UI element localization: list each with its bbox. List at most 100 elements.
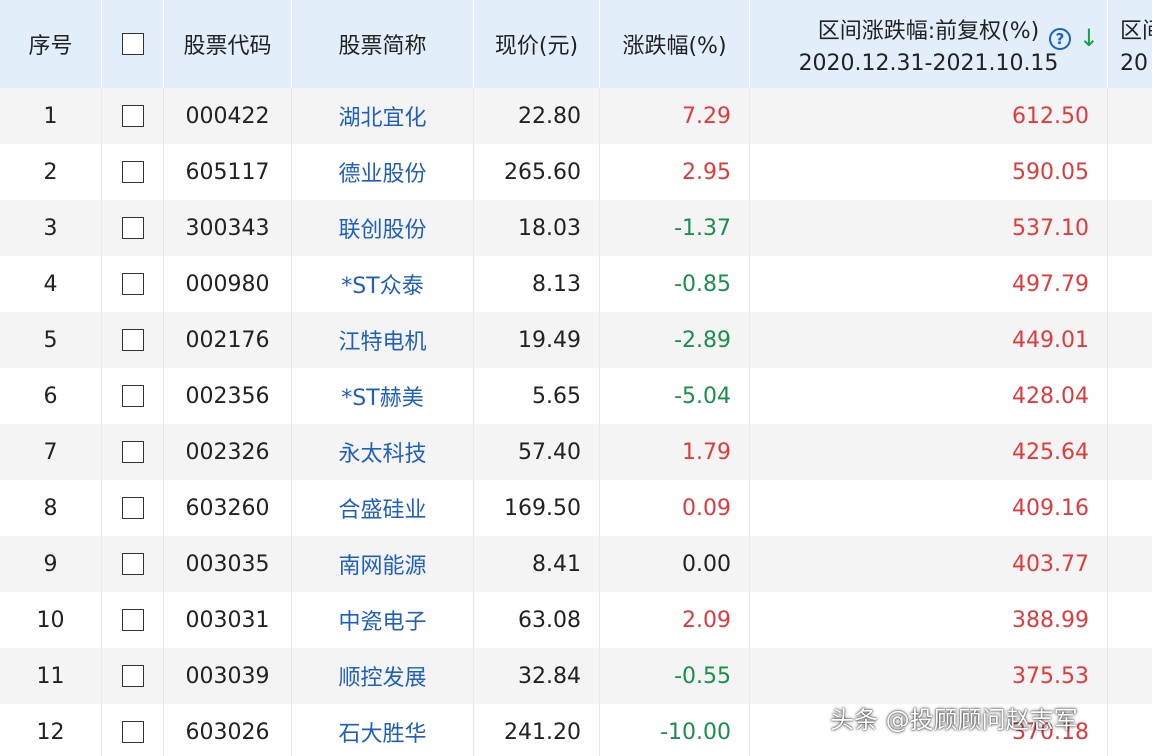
header-change-label: 涨跌幅(%) [622,34,727,59]
stock-name-link[interactable]: *ST众泰 [341,268,423,300]
row-checkbox[interactable] [121,665,144,687]
range-change-percent: 537.10 [1012,215,1089,241]
row-next-column-cell [1108,480,1152,536]
row-code: 003031 [185,607,270,633]
table-row[interactable]: 6 002356 *ST赫美 5.65 -5.04 428.04 [0,368,1152,424]
row-price: 8.13 [532,271,581,297]
cell-price: 63.08 [474,592,600,648]
header-code[interactable]: 股票代码 [164,0,292,88]
stock-name-link[interactable]: 顺控发展 [338,660,426,692]
row-price: 22.80 [518,103,581,129]
row-checkbox[interactable] [121,497,144,519]
header-seq[interactable]: 序号 [0,0,102,88]
row-select-cell [102,88,164,144]
table-row[interactable]: 3 300343 联创股份 18.03 -1.37 537.10 [0,200,1152,256]
row-checkbox[interactable] [121,161,144,183]
cell-change: -0.55 [600,648,750,704]
stock-name-link[interactable]: 联创股份 [338,212,426,244]
cell-seq: 9 [0,536,102,592]
row-price: 5.65 [532,383,581,409]
cell-seq: 3 [0,200,102,256]
row-seq: 10 [36,607,65,633]
stock-name-link[interactable]: 江特电机 [338,324,426,356]
range-change-percent: 388.99 [1012,607,1089,633]
table-row[interactable]: 9 003035 南网能源 8.41 0.00 403.77 [0,536,1152,592]
cell-name: 联创股份 [292,200,474,256]
row-seq: 9 [43,551,58,577]
row-select-cell [102,200,164,256]
cell-range: 537.10 [750,200,1108,256]
header-next-column[interactable]: 区间 20 [1108,0,1152,88]
table-row[interactable]: 8 603260 合盛硅业 169.50 0.09 409.16 [0,480,1152,536]
cell-name: 南网能源 [292,536,474,592]
row-next-column-cell [1108,200,1152,256]
cell-price: 57.40 [474,424,600,480]
cell-name: 湖北宜化 [292,88,474,144]
cell-name: 中瓷电子 [292,592,474,648]
range-change-percent: 425.64 [1012,439,1089,465]
stock-name-link[interactable]: 永太科技 [338,436,426,468]
row-next-column-cell [1108,424,1152,480]
table-row[interactable]: 11 003039 顺控发展 32.84 -0.55 375.53 [0,648,1152,704]
stock-name-link[interactable]: 南网能源 [338,548,426,580]
row-checkbox[interactable] [121,609,144,631]
row-checkbox[interactable] [121,441,144,463]
row-checkbox[interactable] [121,553,144,575]
row-checkbox[interactable] [121,721,144,743]
cell-code: 002176 [164,312,292,368]
range-change-percent: 375.53 [1012,663,1089,689]
row-seq: 6 [43,383,58,409]
header-change[interactable]: 涨跌幅(%) [600,0,750,88]
row-next-column-cell [1108,312,1152,368]
row-checkbox[interactable] [121,329,144,351]
table-row[interactable]: 2 605117 德业股份 265.60 2.95 590.05 [0,144,1152,200]
cell-range: 612.50 [750,88,1108,144]
cell-change: -10.00 [600,704,750,756]
row-checkbox[interactable] [121,217,144,239]
cell-change: -0.85 [600,256,750,312]
row-code: 002176 [185,327,270,353]
header-select-all[interactable] [102,0,164,88]
table-row[interactable]: 12 603026 石大胜华 241.20 -10.00 370.18 [0,704,1152,756]
stock-name-link[interactable]: 中瓷电子 [338,604,426,636]
cell-range: 403.77 [750,536,1108,592]
table-row[interactable]: 1 000422 湖北宜化 22.80 7.29 612.50 [0,88,1152,144]
cell-change: -2.89 [600,312,750,368]
row-checkbox[interactable] [121,385,144,407]
header-name[interactable]: 股票简称 [292,0,474,88]
stock-name-link[interactable]: 湖北宜化 [338,100,426,132]
table-row[interactable]: 7 002326 永太科技 57.40 1.79 425.64 [0,424,1152,480]
cell-code: 003039 [164,648,292,704]
table-row[interactable]: 5 002176 江特电机 19.49 -2.89 449.01 [0,312,1152,368]
header-price[interactable]: 现价(元) [474,0,600,88]
row-seq: 7 [43,439,58,465]
table-row[interactable]: 10 003031 中瓷电子 63.08 2.09 388.99 [0,592,1152,648]
row-price: 63.08 [518,607,581,633]
row-checkbox[interactable] [121,105,144,127]
range-change-percent: 590.05 [1012,159,1089,185]
stock-name-link[interactable]: 石大胜华 [338,716,426,748]
help-circle-icon[interactable]: ? [1049,28,1071,50]
header-price-label: 现价(元) [494,34,579,59]
row-seq: 12 [36,719,65,745]
stock-name-link[interactable]: 合盛硅业 [338,492,426,524]
cell-seq: 11 [0,648,102,704]
range-change-percent: 370.18 [1012,719,1089,745]
cell-name: 石大胜华 [292,704,474,756]
select-all-checkbox[interactable] [121,33,144,55]
row-checkbox[interactable] [121,273,144,295]
sort-desc-arrow-icon[interactable]: ↓ [1079,24,1099,52]
range-change-percent: 497.79 [1012,271,1089,297]
cell-seq: 2 [0,144,102,200]
change-percent: -5.04 [674,383,731,409]
header-range-change[interactable]: 区间涨跌幅:前复权(%) 2020.12.31-2021.10.15 ? ↓ [750,0,1108,88]
cell-seq: 8 [0,480,102,536]
row-price: 32.84 [518,663,581,689]
stock-name-link[interactable]: *ST赫美 [341,380,423,412]
stock-name-link[interactable]: 德业股份 [338,156,426,188]
range-change-percent: 449.01 [1012,327,1089,353]
change-percent: 0.09 [682,495,731,521]
row-next-column-cell [1108,648,1152,704]
cell-change: 2.09 [600,592,750,648]
table-row[interactable]: 4 000980 *ST众泰 8.13 -0.85 497.79 [0,256,1152,312]
